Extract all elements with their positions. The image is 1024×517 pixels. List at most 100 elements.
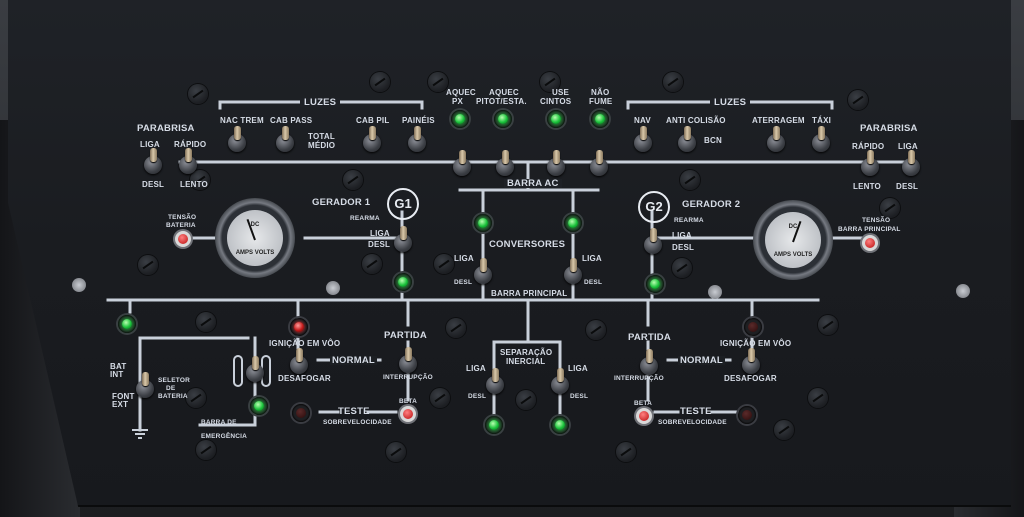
interrupcao2-label: INTERRUPÇÃO (614, 375, 664, 382)
panel-screw (188, 84, 208, 104)
panel-screw (196, 440, 216, 460)
tensao-barra-principal-button[interactable] (862, 235, 878, 251)
gerador1-lamp (394, 273, 412, 291)
sobrevelocidade2-lamp (738, 406, 756, 424)
anti-colisao-label: ANTI COLISÃO (666, 116, 726, 125)
luzes-left-label: LUZES (300, 98, 341, 107)
nao-fume-toggle[interactable] (588, 150, 610, 176)
gauge-dc-label: DC (788, 224, 798, 230)
barra-principal-label: BARRA PRINCIPAL (491, 289, 568, 298)
panel-screw (808, 388, 828, 408)
parabrisa-left-liga-toggle[interactable] (142, 148, 164, 174)
aquec-pitot-lamp (494, 110, 512, 128)
ignicao1-label: IGNIÇÃO EM VÔO (269, 339, 341, 348)
battery-lamp (118, 315, 136, 333)
parabrisa-right-liga-toggle[interactable] (900, 150, 922, 176)
teste1-label: TESTE (338, 406, 370, 417)
anti-colisao-toggle[interactable] (676, 126, 698, 152)
conv2-liga-label: LIGA (582, 254, 602, 263)
barra-emergencia-label-2: EMERGÊNCIA (201, 433, 248, 440)
panel-screw (663, 72, 683, 92)
paineis-toggle[interactable] (406, 126, 428, 152)
conversor1-toggle[interactable] (472, 258, 494, 284)
normal2-label: NORMAL (678, 355, 725, 366)
gen2-liga-label: LIGA (672, 231, 692, 240)
parabrisa-left-rapido-toggle[interactable] (177, 148, 199, 174)
partida1-toggle[interactable] (397, 347, 419, 373)
partida2-toggle[interactable] (638, 349, 660, 375)
nao-fume-label-2: FUME (589, 97, 613, 106)
seletor-label-3: BATERIA (158, 393, 188, 400)
beta1-label: BETA (399, 398, 418, 405)
ignicao1-lamp (290, 318, 308, 336)
panel-screw (672, 258, 692, 278)
separacao2-toggle[interactable] (549, 368, 571, 394)
ignicao2-toggle[interactable] (740, 348, 762, 374)
sobrevelocidade1-label: SOBREVELOCIDADE (323, 419, 392, 426)
gen1-desl-label: DESL (368, 240, 391, 249)
tensao-bateria-button[interactable] (175, 231, 191, 247)
interrupcao1-label: INTERRUPÇÃO (383, 374, 433, 381)
teste2-label: TESTE (680, 406, 712, 417)
barra-ac-label: BARRA AC (504, 179, 562, 188)
ignicao1-toggle[interactable] (288, 348, 310, 374)
taxi-toggle[interactable] (810, 126, 832, 152)
nav-toggle[interactable] (632, 126, 654, 152)
panel-screw (586, 320, 606, 340)
panel-screw (774, 420, 794, 440)
aterragem-toggle[interactable] (765, 126, 787, 152)
parabrisa-right-rapido-toggle[interactable] (859, 150, 881, 176)
use-cintos-toggle[interactable] (545, 150, 567, 176)
panel-screw (196, 312, 216, 332)
taxi-label: TÁXI (812, 116, 832, 125)
gerador2-toggle[interactable] (642, 228, 664, 254)
panel-screw (446, 318, 466, 338)
beta2-button[interactable] (636, 408, 652, 424)
separacao1-lamp (485, 416, 503, 434)
aquec-pitot-label-1: AQUEC (489, 88, 519, 97)
desafogar1-label: DESAFOGAR (278, 374, 331, 383)
separacao-label-1: SEPARAÇÃO (500, 348, 553, 357)
conv1-liga-label: LIGA (454, 254, 474, 263)
conversor2-toggle[interactable] (562, 258, 584, 284)
beta1-button[interactable] (400, 406, 416, 422)
sobrevelocidade1-lamp (292, 404, 310, 422)
luzes-right-label: LUZES (710, 98, 751, 107)
panel-screw (386, 442, 406, 462)
panel-screw (428, 72, 448, 92)
panel-screw (326, 281, 340, 295)
cab-pass-toggle[interactable] (274, 126, 296, 152)
aquec-px-label-2: PX (452, 97, 464, 106)
panel-screw (516, 390, 536, 410)
separacao1-toggle[interactable] (484, 368, 506, 394)
gerador1-label: GERADOR 1 (312, 197, 371, 208)
ignicao2-lamp (744, 318, 762, 336)
separacao-label-2: INERCIAL (506, 357, 546, 366)
gerador2-lamp (646, 275, 664, 293)
g2-badge: G2 (638, 191, 670, 223)
cab-pil-toggle[interactable] (361, 126, 383, 152)
total-label: TOTAL (308, 132, 335, 141)
seletor-bateria-toggle[interactable] (134, 372, 156, 398)
gerador1-toggle[interactable] (392, 226, 414, 252)
panel-screw (343, 170, 363, 190)
panel-screw (370, 72, 390, 92)
conversor1-lamp (474, 214, 492, 232)
panel-screw (880, 198, 900, 218)
parabrisa-right-label: PARABRISA (860, 123, 918, 134)
barra-emergencia-label-1: BARRA DE (201, 419, 237, 426)
panel-screw (186, 388, 206, 408)
panel-screw (680, 170, 700, 190)
aquec-px-toggle[interactable] (451, 150, 473, 176)
aquec-pitot-toggle[interactable] (494, 150, 516, 176)
normal1-label: NORMAL (330, 355, 377, 366)
panel-screw (708, 285, 722, 299)
barra-emergencia-toggle[interactable] (244, 356, 266, 382)
nac-trem-toggle[interactable] (226, 126, 248, 152)
separacao2-lamp (551, 416, 569, 434)
use-cintos-lamp (547, 110, 565, 128)
partida1-label: PARTIDA (384, 330, 427, 341)
cab-pil-label: CAB PIL (356, 116, 390, 125)
panel-screw (138, 255, 158, 275)
conversor2-lamp (564, 214, 582, 232)
